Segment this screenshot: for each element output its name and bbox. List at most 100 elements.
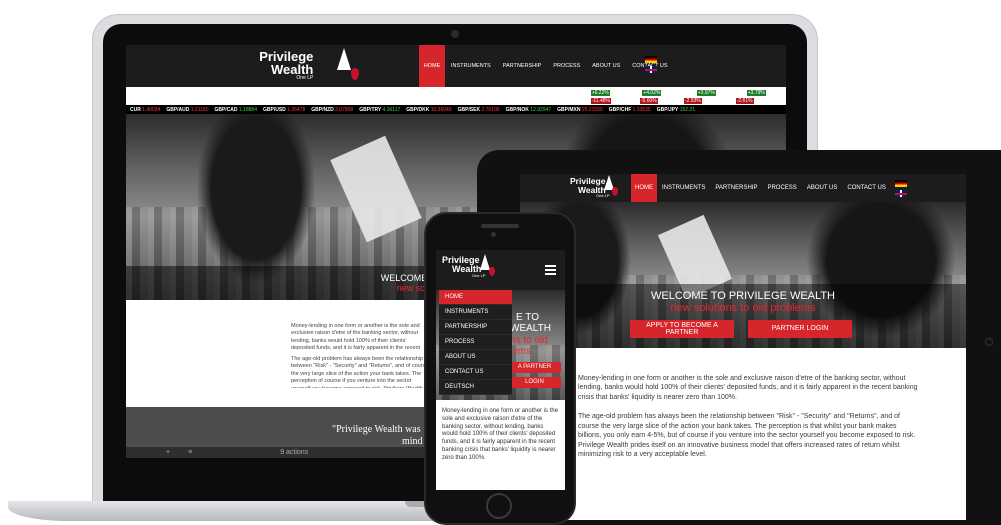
loser-item[interactable]: Z 24.53 -11.48% [572, 98, 611, 104]
flag-uk-icon[interactable] [645, 66, 657, 73]
phone-brand-line3: One LP [472, 273, 486, 278]
mobile-nav-home[interactable]: HOME [439, 290, 512, 305]
main-nav: HOME INSTRUMENTS PARTNERSHIP PROCESS ABO… [419, 45, 674, 87]
hamburger-icon[interactable] [545, 265, 556, 275]
nav-partnership[interactable]: PARTNERSHIP [497, 45, 548, 87]
gainer-item[interactable]: RG [771, 90, 779, 96]
status-list-icon[interactable]: ≡ [188, 449, 192, 456]
loser-item[interactable]: GBI 49.01 -5.60% [616, 98, 658, 104]
status-plus-icon[interactable]: + [166, 449, 170, 456]
fx-pair: GBP/DKK [406, 106, 431, 113]
fx-item[interactable]: GBP/SEK 2.76100 [458, 107, 500, 113]
phone-hero-title-1: E TO [516, 312, 539, 323]
mobile-nav-process[interactable]: PROCESS [439, 335, 512, 350]
gainer-symbol: S 4.43 [574, 90, 591, 96]
gainer-item[interactable]: TSLA 252.99 +3.97% [666, 90, 716, 96]
language-flags [645, 56, 657, 73]
nav-instruments[interactable]: INSTRUMENTS [445, 45, 497, 87]
gainer-symbol: WMB 54.32 [614, 90, 643, 96]
gainer-symbol: TSLA 252.99 [666, 90, 697, 96]
gainer-change: +3.97% [696, 90, 716, 96]
fx-item[interactable]: GBP/USD 1.26478 [263, 107, 305, 113]
intro-content: Money-lending in one form or another is … [291, 323, 431, 394]
nav-home[interactable]: HOME [419, 45, 445, 87]
loser-item[interactable]: AGCO 5 [759, 98, 778, 104]
fx-item[interactable]: GBP/AUD 1.21180 [166, 107, 208, 113]
phone-brand-logo[interactable]: Privilege Wealth One LP [442, 254, 495, 278]
tablet-hero-subtitle: new solutions to old problems [670, 302, 816, 314]
phone-intro-content: Money-lending in one form or another is … [442, 408, 560, 469]
fx-pair: GBP/JPY [656, 106, 680, 113]
gainer-symbol: RG [770, 90, 779, 96]
loser-change: -11.48% [590, 98, 611, 104]
phone-camera [491, 232, 496, 237]
fx-value: 1.18884 [238, 106, 257, 113]
fx-item[interactable]: GBP/DKK 10.36040 [406, 107, 451, 113]
losers-row: Top 10 Losers, powered by TC2000.com Z 2… [476, 97, 786, 105]
fx-item[interactable]: GBP/TRY 4.36117 [359, 107, 400, 113]
phone-intro-paragraph-1: Money-lending in one form or another is … [442, 408, 559, 461]
phone-logo-drop-icon [489, 267, 495, 276]
gainer-item[interactable]: WMB 54.32 +4.02% [615, 90, 662, 96]
fx-item[interactable]: CUR 1.40034 [130, 107, 160, 113]
fx-pair: GBP/CAD [214, 106, 239, 113]
laptop-camera [451, 30, 459, 38]
apply-partner-button[interactable]: APPLY TO BECOME A PARTNER [630, 320, 734, 338]
fx-pair: CUR [130, 106, 143, 113]
fx-item[interactable]: GBP/CHF 1.33535 [609, 107, 651, 113]
fx-item[interactable]: GBP/CAD 1.18884 [214, 107, 257, 113]
tablet-nav-home[interactable]: HOME [631, 174, 657, 202]
phone-logo-mark-icon [480, 254, 490, 270]
phone-login-button[interactable]: LOGIN [508, 377, 561, 388]
flag-de-icon[interactable] [645, 56, 657, 63]
tablet-flag-uk-icon[interactable] [895, 190, 907, 197]
gainers-title: Top 10 Gainers, powered by TC2000.com [476, 90, 569, 96]
losers-title: Top 10 Losers, powered by TC2000.com [476, 98, 566, 104]
fx-value: 1.26478 [287, 106, 306, 113]
loser-item[interactable]: EL 86.26 -2.93% [663, 98, 702, 104]
mobile-nav-about[interactable]: ABOUT US [439, 350, 512, 365]
mobile-nav-contact[interactable]: CONTACT US [439, 365, 512, 380]
phone-header: Privilege Wealth One LP [436, 250, 565, 290]
tablet-home-button[interactable] [985, 338, 993, 346]
fx-item[interactable]: GBP/MXN 25.21500 [557, 107, 603, 113]
loser-item[interactable]: FANG 71.87 -2.61% [707, 98, 754, 104]
tablet-nav-process[interactable]: PROCESS [762, 174, 801, 202]
nav-process[interactable]: PROCESS [547, 45, 586, 87]
fx-item[interactable]: GBP/NZD 2.07808 [311, 107, 353, 113]
nav-about[interactable]: ABOUT US [586, 45, 626, 87]
gainer-item[interactable]: S 4.43 +6.22% [575, 90, 610, 96]
gainer-item[interactable]: CNX 13.43 +3.79% [721, 90, 766, 96]
loser-symbol: Z 24.53 [572, 98, 591, 104]
tablet-logo-drop-icon [612, 187, 618, 196]
mobile-nav-partnership[interactable]: PARTNERSHIP [439, 320, 512, 335]
tablet-nav-about[interactable]: ABOUT US [802, 174, 843, 202]
fx-pair: GBP/NOK [505, 106, 531, 113]
intro-paragraph-1: Money-lending in one form or another is … [291, 323, 421, 350]
partner-login-button[interactable]: PARTNER LOGIN [748, 320, 852, 338]
tablet-brand-logo[interactable]: Privilege Wealth One LP [570, 175, 618, 198]
phone-home-button[interactable] [486, 493, 512, 519]
fx-value: 1.33535 [632, 106, 651, 113]
mobile-nav-instruments[interactable]: INSTRUMENTS [439, 305, 512, 320]
tablet-hero: WELCOME TO PRIVILEGE WEALTH new solution… [520, 202, 966, 348]
fx-item[interactable]: GBP/NOK 12.92947 [506, 107, 552, 113]
fx-value: 4.36117 [382, 106, 401, 113]
tablet-nav-contact[interactable]: CONTACT US [842, 174, 890, 202]
tablet-nav-partnership[interactable]: PARTNERSHIP [710, 174, 762, 202]
tablet-intro-content: Money-lending in one form or another is … [578, 374, 918, 466]
phone-apply-button[interactable]: A PARTNER [508, 362, 561, 373]
brand-logo[interactable]: Privilege Wealth One LP [259, 48, 359, 81]
loser-change: -2.61% [735, 98, 754, 104]
fx-item[interactable]: GBP/JPY 152.21 [657, 107, 695, 113]
fx-pair: GBP/MXN [557, 106, 582, 113]
gainer-change: +6.22% [590, 90, 610, 96]
fx-pair: GBP/USD [263, 106, 288, 113]
fx-value: 2.76100 [481, 106, 500, 113]
tablet-nav-instruments[interactable]: INSTRUMENTS [657, 174, 710, 202]
tablet-flag-de-icon[interactable] [895, 180, 907, 187]
mobile-nav-deutsch[interactable]: DEUTSCH [439, 380, 512, 395]
loser-symbol: AGCO 5 [758, 98, 778, 104]
gainer-symbol: CNX 13.43 [720, 90, 747, 96]
fx-value: 10.36040 [430, 106, 452, 113]
